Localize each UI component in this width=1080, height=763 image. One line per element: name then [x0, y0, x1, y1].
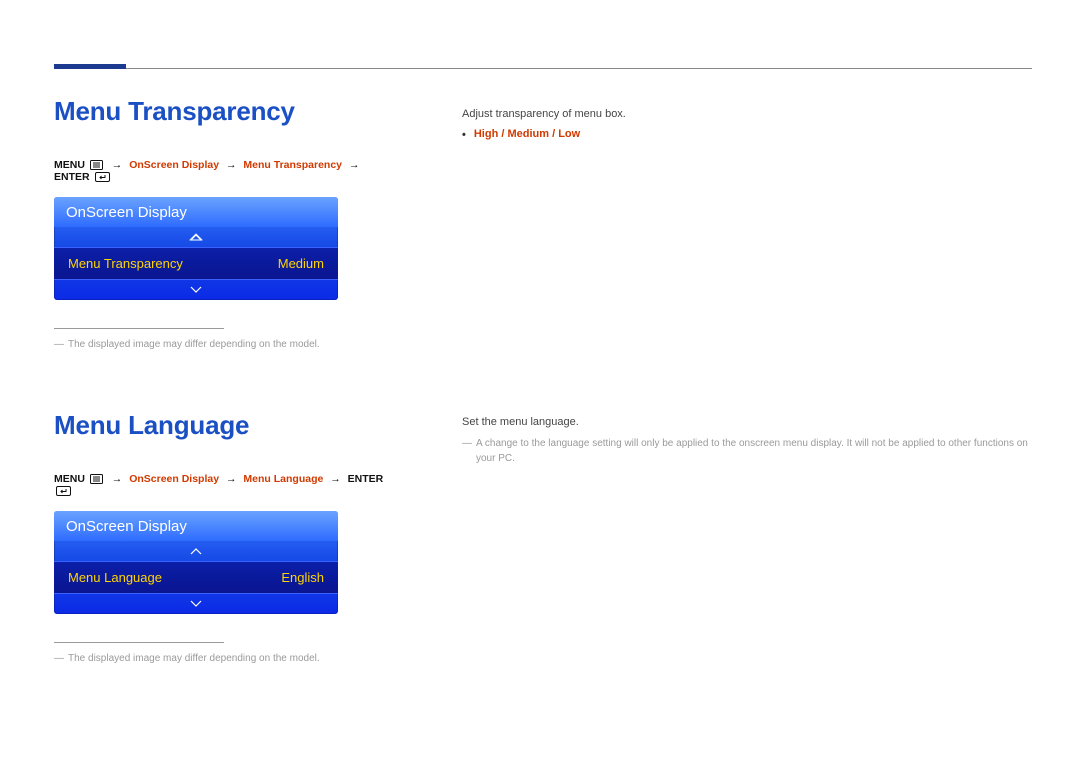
- section2-right: Set the menu language. ― A change to the…: [462, 410, 1032, 666]
- section-menu-transparency: Menu Transparency MENU → OnScreen Displa…: [54, 96, 1032, 352]
- note-dash: ―: [462, 436, 472, 466]
- osd-up-arrow[interactable]: [54, 227, 338, 247]
- osd-panel-language: OnScreen Display Menu Language English: [54, 511, 338, 614]
- footnote-text: The displayed image may differ depending…: [68, 339, 320, 350]
- page-container: Menu Transparency MENU → OnScreen Displa…: [0, 0, 1080, 706]
- section1-left: Menu Transparency MENU → OnScreen Displa…: [54, 96, 394, 352]
- section1-title: Menu Transparency: [54, 96, 394, 127]
- page-top-rule: [54, 68, 1032, 69]
- bc-p2: Menu Transparency: [243, 159, 342, 171]
- section-menu-language: Menu Language MENU → OnScreen Display → …: [54, 410, 1032, 666]
- osd-header: OnScreen Display: [54, 511, 338, 541]
- osd-selected-item[interactable]: Menu Transparency Medium: [54, 247, 338, 280]
- bc-enter: ENTER: [54, 171, 90, 183]
- bc-p1: OnScreen Display: [129, 473, 219, 485]
- section2-footnote: ― The displayed image may differ dependin…: [54, 651, 394, 666]
- bc-arrow: →: [108, 159, 127, 171]
- enter-icon: [56, 486, 71, 496]
- section1-desc: Adjust transparency of menu box.: [462, 108, 1032, 120]
- section2-left: Menu Language MENU → OnScreen Display → …: [54, 410, 394, 666]
- footnote-rule: [54, 328, 224, 329]
- note-text: A change to the language setting will on…: [476, 436, 1032, 466]
- bc-arrow: →: [222, 159, 241, 171]
- footnote-text: The displayed image may differ depending…: [68, 653, 320, 664]
- page-top-accent: [54, 64, 126, 69]
- osd-selected-item[interactable]: Menu Language English: [54, 561, 338, 594]
- section2-title: Menu Language: [54, 410, 394, 441]
- osd-panel-transparency: OnScreen Display Menu Transparency Mediu…: [54, 197, 338, 300]
- osd-down-arrow[interactable]: [54, 280, 338, 300]
- section2-desc: Set the menu language.: [462, 416, 1032, 428]
- section1-options-row: • High / Medium / Low: [462, 128, 1032, 142]
- osd-item-label: Menu Language: [68, 570, 162, 585]
- osd-up-arrow[interactable]: [54, 541, 338, 561]
- menu-icon: [90, 474, 103, 484]
- bc-arrow: →: [326, 473, 345, 485]
- bc-arrow: →: [222, 473, 241, 485]
- bc-menu: MENU: [54, 159, 85, 171]
- osd-header: OnScreen Display: [54, 197, 338, 227]
- osd-item-value: Medium: [278, 256, 324, 271]
- section-spacer: [54, 352, 1032, 410]
- footnote-dash: ―: [54, 653, 64, 664]
- section2-breadcrumb: MENU → OnScreen Display → Menu Language …: [54, 473, 394, 497]
- section1-breadcrumb: MENU → OnScreen Display → Menu Transpare…: [54, 159, 394, 183]
- bc-arrow: →: [345, 159, 364, 171]
- bc-p1: OnScreen Display: [129, 159, 219, 171]
- bc-arrow: →: [108, 473, 127, 485]
- osd-item-value: English: [281, 570, 324, 585]
- section1-footnote: ― The displayed image may differ dependin…: [54, 337, 394, 352]
- section1-right: Adjust transparency of menu box. • High …: [462, 96, 1032, 352]
- bc-enter: ENTER: [348, 473, 384, 485]
- footnote-dash: ―: [54, 339, 64, 350]
- footnote-rule: [54, 642, 224, 643]
- osd-down-arrow[interactable]: [54, 594, 338, 614]
- osd-item-label: Menu Transparency: [68, 256, 183, 271]
- enter-icon: [95, 172, 110, 182]
- section2-note: ― A change to the language setting will …: [462, 436, 1032, 466]
- menu-icon: [90, 160, 103, 170]
- section1-options: High / Medium / Low: [474, 128, 580, 140]
- bullet-dot: •: [462, 128, 466, 142]
- bc-menu: MENU: [54, 473, 85, 485]
- bc-p2: Menu Language: [243, 473, 323, 485]
